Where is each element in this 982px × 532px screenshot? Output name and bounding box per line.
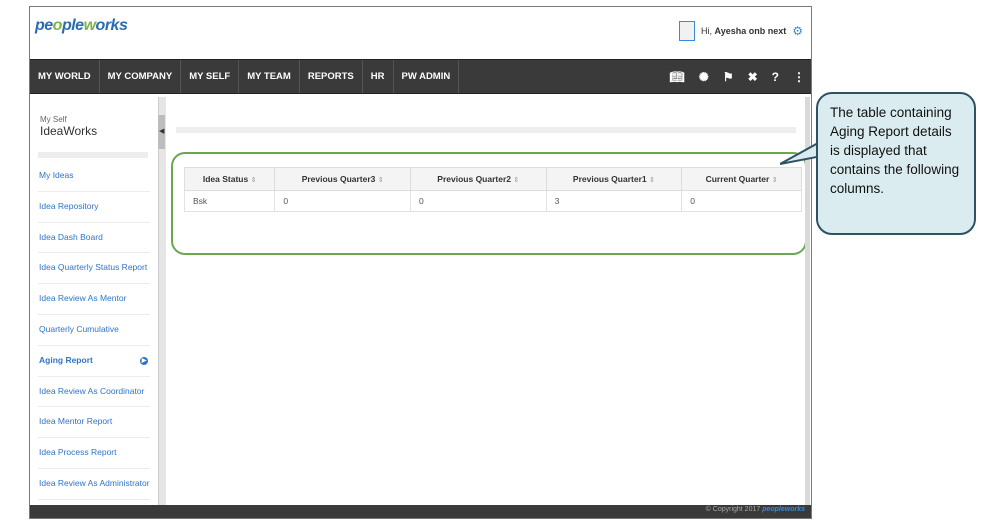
sort-icon[interactable]: ⇕ (772, 177, 778, 184)
sidebar-item-quarterly-cumulative[interactable]: Quarterly Cumulative (38, 315, 150, 346)
sort-icon[interactable]: ⇕ (251, 177, 257, 184)
sidebar-item-idea-review-as-coordinator[interactable]: Idea Review As Coordinator (38, 377, 150, 408)
cell-current-quarter: 0 (681, 190, 802, 212)
user-greeting[interactable]: Hi, Ayesha onb next (701, 26, 786, 36)
peopleworks-logo[interactable]: peopleworks (35, 17, 128, 35)
app-window: peopleworks Hi, Ayesha onb next ⚙ MY WOR… (29, 6, 812, 519)
nav-my-company[interactable]: MY COMPANY (100, 60, 182, 93)
help-icon[interactable]: ? (772, 70, 779, 84)
arrow-right-icon: ▶ (140, 356, 148, 365)
tools-icon[interactable]: ✖ (748, 70, 758, 84)
cell-previous-quarter1: 3 (545, 190, 683, 212)
callout-note: The table containing Aging Report detail… (816, 92, 976, 235)
sidebar-item-idea-quarterly-status-report[interactable]: Idea Quarterly Status Report (38, 253, 150, 285)
sidebar-title: IdeaWorks (40, 124, 98, 138)
sidebar-item-idea-review-as-administrator[interactable]: Idea Review As Administrator (38, 469, 150, 500)
sidebar-item-idea-dash-board[interactable]: Idea Dash Board (38, 223, 150, 254)
col-idea-status[interactable]: Idea Status ⇕ (183, 167, 276, 191)
cell-previous-quarter2: 0 (409, 190, 547, 212)
user-area: Hi, Ayesha onb next ⚙ (679, 21, 803, 41)
chevron-left-icon: ◀ (159, 128, 165, 135)
nav-reports[interactable]: REPORTS (300, 60, 363, 93)
sidebar-menu: My Ideas Idea Repository Idea Dash Board… (38, 161, 150, 518)
nav-my-team[interactable]: MY TEAM (239, 60, 300, 93)
sidebar-item-idea-repository[interactable]: Idea Repository (38, 192, 150, 223)
table-header-row: Idea Status ⇕ Previous Quarter3 ⇕ Previo… (183, 167, 802, 191)
top-header: peopleworks Hi, Ayesha onb next ⚙ (30, 7, 811, 58)
aging-report-table: Idea Status ⇕ Previous Quarter3 ⇕ Previo… (183, 167, 802, 212)
main-nav: MY WORLD MY COMPANY MY SELF MY TEAM REPO… (30, 59, 811, 94)
footer: © Copyright 2017 peopleworks (30, 505, 811, 518)
gear-icon[interactable]: ⚙ (792, 24, 803, 38)
menu-icon[interactable]: ⋮ (793, 70, 805, 84)
nav-hr[interactable]: HR (363, 60, 394, 93)
sidebar-collapse-button[interactable]: ◀ (158, 115, 165, 149)
sort-icon[interactable]: ⇕ (649, 177, 655, 184)
sidebar-item-idea-review-as-mentor[interactable]: Idea Review As Mentor (38, 284, 150, 315)
nav-my-world[interactable]: MY WORLD (30, 60, 100, 93)
copyright-text: © Copyright 2017 peopleworks (705, 506, 805, 513)
nav-my-self[interactable]: MY SELF (181, 60, 240, 93)
flag-icon[interactable]: ⚑ (723, 70, 734, 84)
table-row[interactable]: Bsk 0 0 3 0 (183, 190, 802, 212)
col-previous-quarter1[interactable]: Previous Quarter1 ⇕ (545, 167, 683, 191)
col-previous-quarter2[interactable]: Previous Quarter2 ⇕ (409, 167, 547, 191)
cell-previous-quarter3: 0 (274, 190, 411, 212)
sidebar-item-idea-mentor-report[interactable]: Idea Mentor Report (38, 407, 150, 439)
cell-idea-status: Bsk (183, 190, 276, 212)
nav-pw-admin[interactable]: PW ADMIN (394, 60, 460, 93)
filter-bar (176, 127, 796, 133)
main-content: Idea Status ⇕ Previous Quarter3 ⇕ Previo… (166, 97, 810, 507)
sort-icon[interactable]: ⇕ (513, 177, 519, 184)
divider (38, 152, 148, 158)
col-previous-quarter3[interactable]: Previous Quarter3 ⇕ (274, 167, 411, 191)
book-icon[interactable]: 📖︎ (670, 70, 685, 84)
sort-icon[interactable]: ⇕ (378, 177, 384, 184)
avatar[interactable] (679, 21, 696, 41)
sidebar: My Self IdeaWorks My Ideas Idea Reposito… (30, 97, 158, 518)
sidebar-item-my-ideas[interactable]: My Ideas (38, 161, 150, 192)
col-current-quarter[interactable]: Current Quarter ⇕ (681, 167, 802, 191)
sidebar-item-idea-process-report[interactable]: Idea Process Report (38, 438, 150, 469)
sidebar-item-aging-report[interactable]: Aging Report ▶ (38, 346, 150, 377)
idea-icon[interactable]: ✺ (699, 70, 709, 84)
breadcrumb: My Self (40, 115, 67, 124)
sidebar-item-label: Aging Report (39, 354, 93, 365)
